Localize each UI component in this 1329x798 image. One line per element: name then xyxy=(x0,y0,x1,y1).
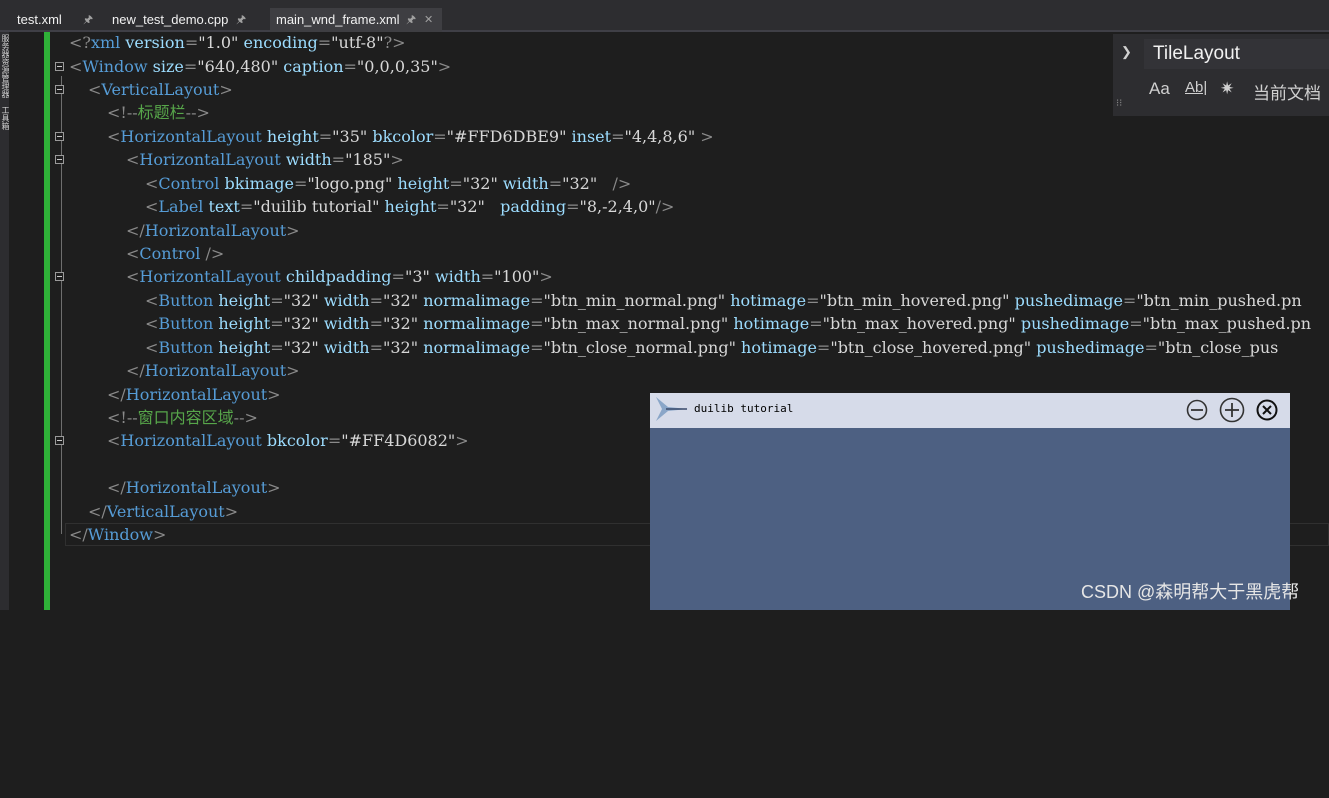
document-tab-bar: test.xml 🖈 new_test_demo.cpp 🖈 main_wnd_… xyxy=(0,0,1329,32)
code-line-17: <!--窗口内容区域--> xyxy=(107,408,258,427)
editor-gutter xyxy=(9,32,45,610)
code-line-3: <VerticalLayout> xyxy=(88,80,233,99)
preview-title-label: duilib tutorial xyxy=(694,402,794,415)
pin-icon[interactable]: 🖈 xyxy=(83,8,93,32)
watermark: CSDN @森明帮大于黑虎帮 xyxy=(1081,582,1300,602)
minimize-button[interactable] xyxy=(1186,399,1208,421)
code-line-20: </HorizontalLayout> xyxy=(107,478,281,497)
outline-guide xyxy=(61,76,62,534)
code-line-14: <Button height="32" width="32" normalima… xyxy=(145,338,1279,357)
code-line-2: <Window size="640,480" caption="0,0,0,35… xyxy=(69,57,452,76)
logo-icon xyxy=(656,397,688,421)
code-line-9: </HorizontalLayout> xyxy=(126,221,300,240)
code-line-8: <Label text="duilib tutorial" height="32… xyxy=(145,197,675,216)
close-icon[interactable]: ✕ xyxy=(424,8,433,32)
code-line-7: <Control bkimage="logo.png" height="32" … xyxy=(145,174,632,193)
match-whole-word-icon[interactable]: Ab| xyxy=(1185,79,1207,96)
find-panel: ❯ TileLayout Aa Ab| ✷ 当前文档 ⁝⁝ xyxy=(1113,34,1329,116)
chevron-down-icon[interactable]: ❯ xyxy=(1121,44,1132,60)
code-line-21: </VerticalLayout> xyxy=(88,502,239,521)
tab-test-xml[interactable]: test.xml 🖈 xyxy=(11,8,101,32)
regex-icon[interactable]: ✷ xyxy=(1220,79,1234,99)
code-line-10: <Control /> xyxy=(126,244,225,263)
collapse-icon[interactable] xyxy=(55,272,64,281)
collapse-icon[interactable] xyxy=(55,62,64,71)
match-case-icon[interactable]: Aa xyxy=(1149,79,1170,99)
code-line-13: <Button height="32" width="32" normalima… xyxy=(145,314,1312,333)
grip-icon[interactable]: ⁝⁝ xyxy=(1116,98,1122,109)
search-scope-label[interactable]: 当前文档 xyxy=(1253,79,1321,104)
find-input[interactable]: TileLayout xyxy=(1144,39,1329,69)
pin-icon[interactable]: 🖈 xyxy=(236,8,246,32)
tab-label: test.xml xyxy=(17,12,62,27)
tab-label: main_wnd_frame.xml xyxy=(276,12,400,27)
code-line-4: <!--标题栏--> xyxy=(107,103,210,122)
code-line-22: </Window> xyxy=(69,525,167,544)
close-button[interactable] xyxy=(1256,399,1278,421)
change-tracking-bar xyxy=(44,32,50,610)
collapse-icon[interactable] xyxy=(55,85,64,94)
code-line-18: <HorizontalLayout bkcolor="#FF4D6082"> xyxy=(107,431,469,450)
collapse-icon[interactable] xyxy=(55,436,64,445)
tab-label: new_test_demo.cpp xyxy=(112,12,229,27)
code-line-15: </HorizontalLayout> xyxy=(126,361,300,380)
collapse-icon[interactable] xyxy=(55,155,64,164)
tab-new-test-demo-cpp[interactable]: new_test_demo.cpp 🖈 xyxy=(106,8,256,32)
code-line-16: </HorizontalLayout> xyxy=(107,385,281,404)
code-line-1: <?xml version="1.0" encoding="utf-8"?> xyxy=(69,33,406,52)
collapse-icon[interactable] xyxy=(55,132,64,141)
code-line-11: <HorizontalLayout childpadding="3" width… xyxy=(126,267,553,286)
code-line-12: <Button height="32" width="32" normalima… xyxy=(145,291,1302,310)
code-line-6: <HorizontalLayout width="185"> xyxy=(126,150,404,169)
preview-title-bar: duilib tutorial xyxy=(650,393,1290,428)
pin-icon[interactable]: 🖈 xyxy=(406,8,416,32)
code-line-5: <HorizontalLayout height="35" bkcolor="#… xyxy=(107,127,714,146)
maximize-button[interactable] xyxy=(1219,397,1245,423)
code-editor[interactable]: <?xml version="1.0" encoding="utf-8"?> <… xyxy=(0,0,1311,798)
tab-main-wnd-frame-xml[interactable]: main_wnd_frame.xml 🖈 ✕ xyxy=(270,8,442,32)
